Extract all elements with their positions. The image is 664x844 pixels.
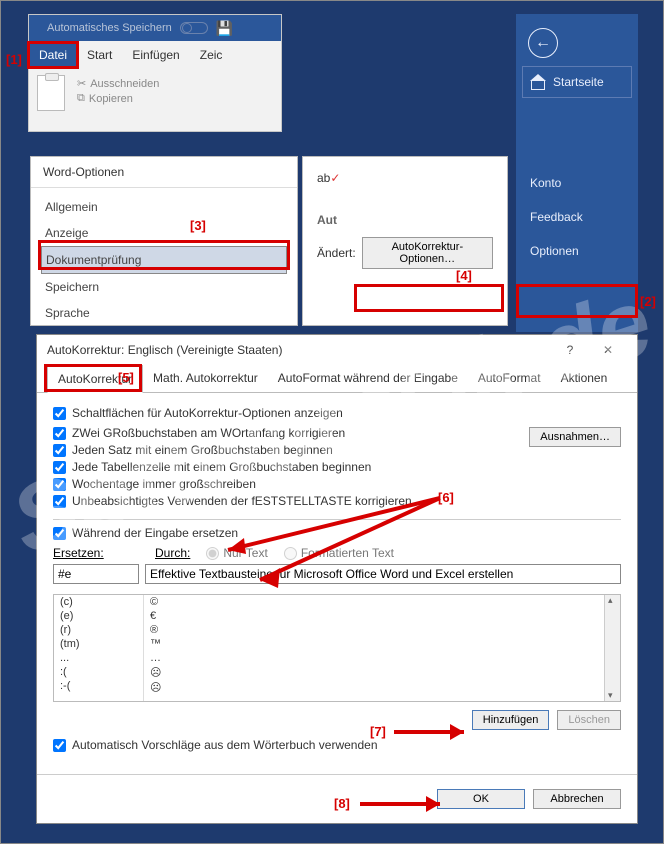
annotation-box-1	[27, 41, 79, 69]
annotation-box-2	[516, 284, 638, 318]
tab-autoformat-eingabe[interactable]: AutoFormat während der Eingabe	[268, 365, 468, 392]
ersetzen-label: Ersetzen:	[53, 546, 104, 560]
chk-schaltflaechen[interactable]: Schaltflächen für AutoKorrektur-Optionen…	[53, 406, 621, 420]
list-item-from[interactable]: (r)	[54, 623, 143, 637]
chk-input[interactable]	[53, 444, 66, 457]
annotation-arrow-8	[358, 790, 468, 818]
wopt-speichern[interactable]: Speichern	[41, 274, 287, 300]
list-col-from: (c)(e)(r)(tm)...:(:-(	[54, 595, 144, 701]
annotation-4: [4]	[456, 268, 472, 283]
replace-input[interactable]	[53, 564, 139, 584]
ribbon-panel: Automatisches Speichern 💾 Datei Start Ei…	[28, 14, 282, 132]
durch-label: Durch:	[155, 546, 190, 560]
list-item-from[interactable]: :-(	[54, 679, 143, 693]
copy-button[interactable]: ⧉ Kopieren	[77, 92, 159, 105]
help-icon[interactable]: ?	[551, 343, 589, 357]
annotation-1: [1]	[6, 52, 22, 67]
ac-section-label: Aut	[317, 213, 493, 227]
ribbon-titlebar: Automatisches Speichern 💾	[29, 15, 281, 41]
replace-list[interactable]: (c)(e)(r)(tm)...:(:-( ©€®™…☹☹	[53, 594, 621, 702]
chk-input[interactable]	[53, 527, 66, 540]
chk-input[interactable]	[53, 461, 66, 474]
chk-label: Wochentage immer großschreiben	[72, 477, 256, 491]
word-options-title: Word-Optionen	[31, 157, 297, 188]
list-item-to[interactable]: …	[144, 651, 604, 665]
chk-tabelle-gross[interactable]: Jede Tabellenzelle mit einem Großbuchsta…	[53, 460, 529, 474]
annotation-arrow-6b	[240, 490, 480, 600]
tab-autoformat[interactable]: AutoFormat	[468, 365, 551, 392]
chk-input[interactable]	[53, 739, 66, 752]
clipboard-icon[interactable]	[37, 75, 65, 111]
scissors-icon: ✂	[77, 77, 86, 90]
tab-zeichnen[interactable]: Zeic	[190, 41, 233, 69]
list-col-to: ©€®™…☹☹	[144, 595, 604, 701]
list-item-from[interactable]: (tm)	[54, 637, 143, 651]
annotation-arrow-7	[392, 718, 492, 748]
list-item-to[interactable]: ®	[144, 623, 604, 637]
chk-satz-gross[interactable]: Jeden Satz mit einem Großbuchstaben begi…	[53, 443, 529, 457]
list-item-to[interactable]: ☹	[144, 665, 604, 680]
list-item-to[interactable]: €	[144, 609, 604, 623]
tab-einfuegen[interactable]: Einfügen	[122, 41, 189, 69]
chk-label: Schaltflächen für AutoKorrektur-Optionen…	[72, 406, 343, 420]
list-item-to[interactable]: ☹	[144, 680, 604, 695]
annotation-box-3	[38, 240, 290, 270]
scrollbar[interactable]	[604, 595, 620, 701]
annotation-5: [5]	[118, 370, 134, 385]
loeschen-button[interactable]: Löschen	[557, 710, 621, 730]
list-item-from[interactable]: (e)	[54, 609, 143, 623]
dialog-titlebar: AutoKorrektur: Englisch (Vereinigte Staa…	[37, 335, 637, 365]
chk-label: Automatisch Vorschläge aus dem Wörterbuc…	[72, 738, 378, 752]
chk-label: Jede Tabellenzelle mit einem Großbuchsta…	[72, 460, 371, 474]
list-item-from[interactable]: :(	[54, 665, 143, 679]
chk-zwei-gross[interactable]: ZWei GRoßbuchstaben am WOrtanfang korrig…	[53, 426, 529, 440]
chk-schaltflaechen-input[interactable]	[53, 407, 66, 420]
chk-input[interactable]	[53, 427, 66, 440]
abc-preview: ab✓	[317, 171, 493, 185]
tab-aktionen[interactable]: Aktionen	[551, 365, 618, 392]
copy-icon: ⧉	[77, 92, 85, 105]
aendert-label: Ändert:	[317, 246, 356, 260]
abbrechen-button[interactable]: Abbrechen	[533, 789, 621, 809]
home-icon	[531, 76, 545, 88]
list-item-from[interactable]: (c)	[54, 595, 143, 609]
annotation-2: [2]	[640, 294, 656, 309]
chk-input[interactable]	[53, 495, 66, 508]
annotation-8: [8]	[334, 796, 350, 811]
cut-label: Ausschneiden	[90, 78, 159, 90]
autosave-toggle[interactable]	[180, 22, 208, 34]
backstage-startseite[interactable]: Startseite	[522, 66, 632, 98]
list-item-from[interactable]: ...	[54, 651, 143, 665]
close-icon[interactable]: ✕	[589, 343, 627, 357]
list-item-to[interactable]: ™	[144, 637, 604, 651]
cut-button[interactable]: ✂ Ausschneiden	[77, 77, 159, 90]
back-button[interactable]: ←	[528, 28, 558, 58]
chk-woerterbuch[interactable]: Automatisch Vorschläge aus dem Wörterbuc…	[53, 738, 621, 752]
annotation-box-4	[354, 284, 504, 312]
save-icon[interactable]: 💾	[216, 20, 233, 37]
wopt-allgemein[interactable]: Allgemein	[41, 194, 287, 220]
autosave-label: Automatisches Speichern	[47, 22, 172, 34]
autocorrect-options-button[interactable]: AutoKorrektur-Optionen…	[362, 237, 493, 269]
dialog-title: AutoKorrektur: Englisch (Vereinigte Staa…	[47, 343, 282, 357]
copy-label: Kopieren	[89, 93, 133, 105]
tab-math-autokorrektur[interactable]: Math. Autokorrektur	[143, 365, 268, 392]
backstage-konto[interactable]: Konto	[516, 166, 638, 200]
annotation-3: [3]	[190, 218, 206, 233]
ausnahmen-button[interactable]: Ausnahmen…	[529, 427, 621, 447]
chk-wochentage[interactable]: Wochentage immer großschreiben	[53, 477, 529, 491]
chk-label: Jeden Satz mit einem Großbuchstaben begi…	[72, 443, 333, 457]
chk-input[interactable]	[53, 478, 66, 491]
backstage-optionen[interactable]: Optionen	[516, 234, 638, 268]
tab-start[interactable]: Start	[77, 41, 122, 69]
chk-label: ZWei GRoßbuchstaben am WOrtanfang korrig…	[72, 426, 345, 440]
startseite-label: Startseite	[553, 75, 604, 89]
backstage-feedback[interactable]: Feedback	[516, 200, 638, 234]
wopt-sprache[interactable]: Sprache	[41, 300, 287, 326]
ribbon-body: ✂ Ausschneiden ⧉ Kopieren	[29, 69, 281, 117]
ribbon-actions: ✂ Ausschneiden ⧉ Kopieren	[77, 75, 159, 107]
annotation-7: [7]	[370, 724, 386, 739]
